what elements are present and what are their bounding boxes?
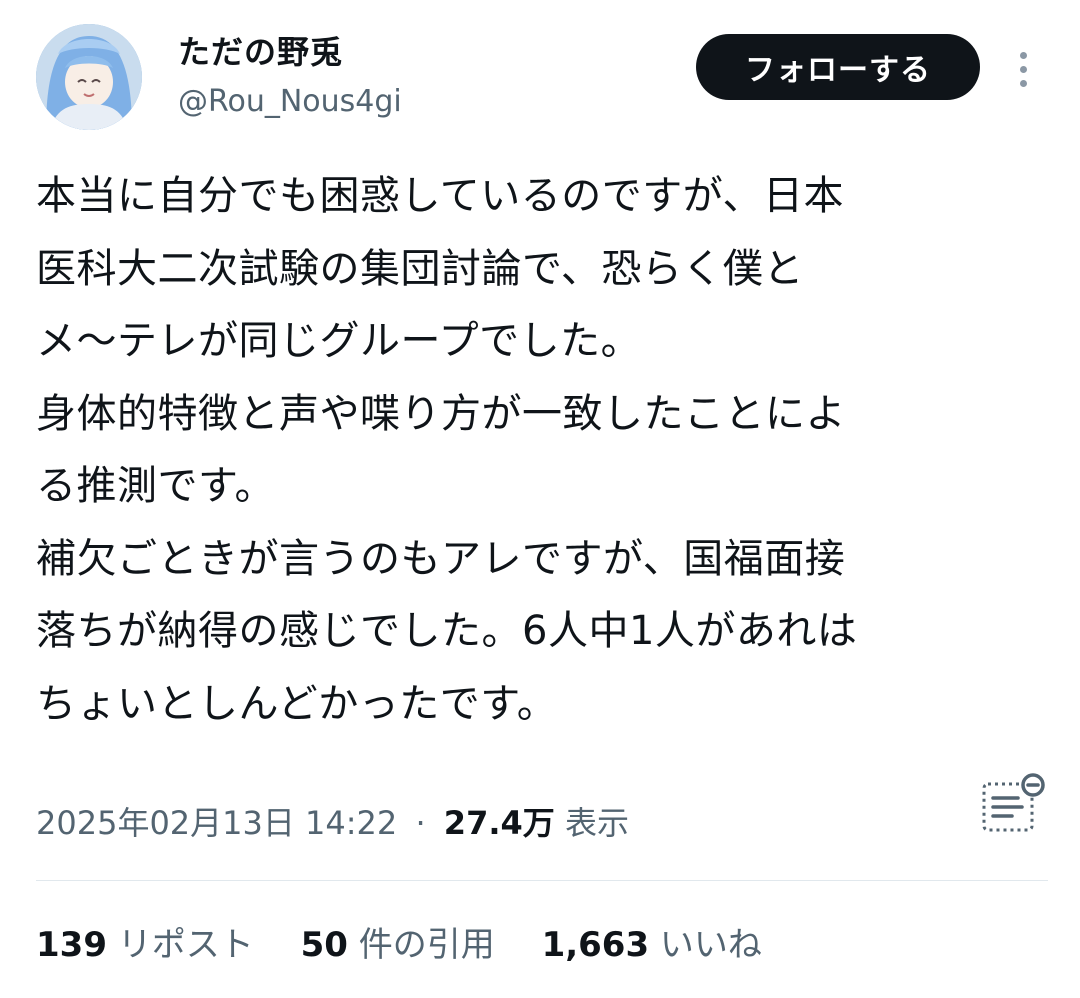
tweet-line: 本当に自分でも困惑しているのですが、日本 [36,173,844,219]
reposts-label: リポスト [117,925,254,965]
tweet-text: 本当に自分でも困惑しているのですが、日本 医科大二次試験の集団討論で、恐らく僕と… [36,160,1046,740]
tweet-line: 身体的特徴と声や喋り方が一致したことによ [36,390,846,437]
more-dot [1019,79,1027,87]
quotes-label: 件の引用 [358,925,495,965]
anime-avatar-icon [36,24,142,130]
likes-label: いいね [659,925,762,965]
quotes-stat[interactable]: 50 件の引用 [301,925,495,965]
more-dot [1019,65,1027,73]
tweet-line: メ〜テレが同じグループでした。 [36,318,642,364]
reposts-count: 139 [36,925,107,965]
meta-separator: · [415,804,426,842]
tweet-line: 補欠ごときが言うのもアレですが、国福面接 [36,535,846,582]
quotes-count: 50 [300,925,348,965]
views-count: 27.4万 [443,804,555,842]
engagement-stats: 139 リポスト 50 件の引用 1,663 いいね [36,918,798,972]
more-dot [1019,51,1027,59]
tweet-line: 落ちが納得の感じでした。6人中1人があれは [36,608,858,654]
tweet-line: る推測です。 [36,463,275,509]
follow-button[interactable]: フォローする [696,34,980,100]
display-name[interactable]: ただの野兎 [178,30,343,74]
timestamp[interactable]: 2025年02月13日 14:22 [36,804,397,842]
tweet-line: 医科大二次試験の集団討論で、恐らく僕と [36,245,804,292]
more-vertical-icon[interactable] [1008,44,1038,94]
user-handle[interactable]: @Rou_Nous4gi [178,80,402,124]
avatar[interactable] [36,24,142,130]
divider [36,880,1048,881]
reposts-stat[interactable]: 139 リポスト [36,925,254,965]
likes-count: 1,663 [541,925,650,965]
likes-stat[interactable]: 1,663 いいね [542,925,762,965]
analytics-icon[interactable] [978,772,1048,838]
tweet-line: ちょいとしんどかったです。 [36,680,558,727]
views-label: 表示 [564,804,629,842]
tweet-meta: 2025年02月13日 14:22 · 27.4万 表示 [36,798,629,848]
